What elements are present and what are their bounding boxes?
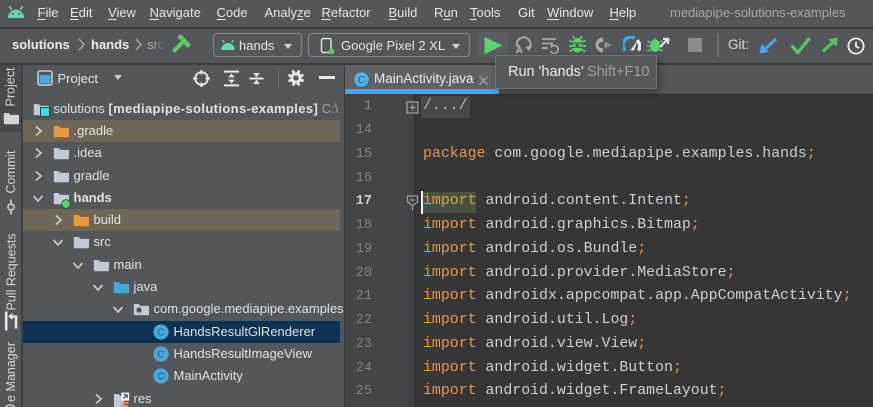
svg-text:C: C <box>157 372 164 383</box>
svg-text:C: C <box>157 327 164 338</box>
svg-text:C: C <box>157 349 164 360</box>
svg-text:C: C <box>358 75 365 86</box>
